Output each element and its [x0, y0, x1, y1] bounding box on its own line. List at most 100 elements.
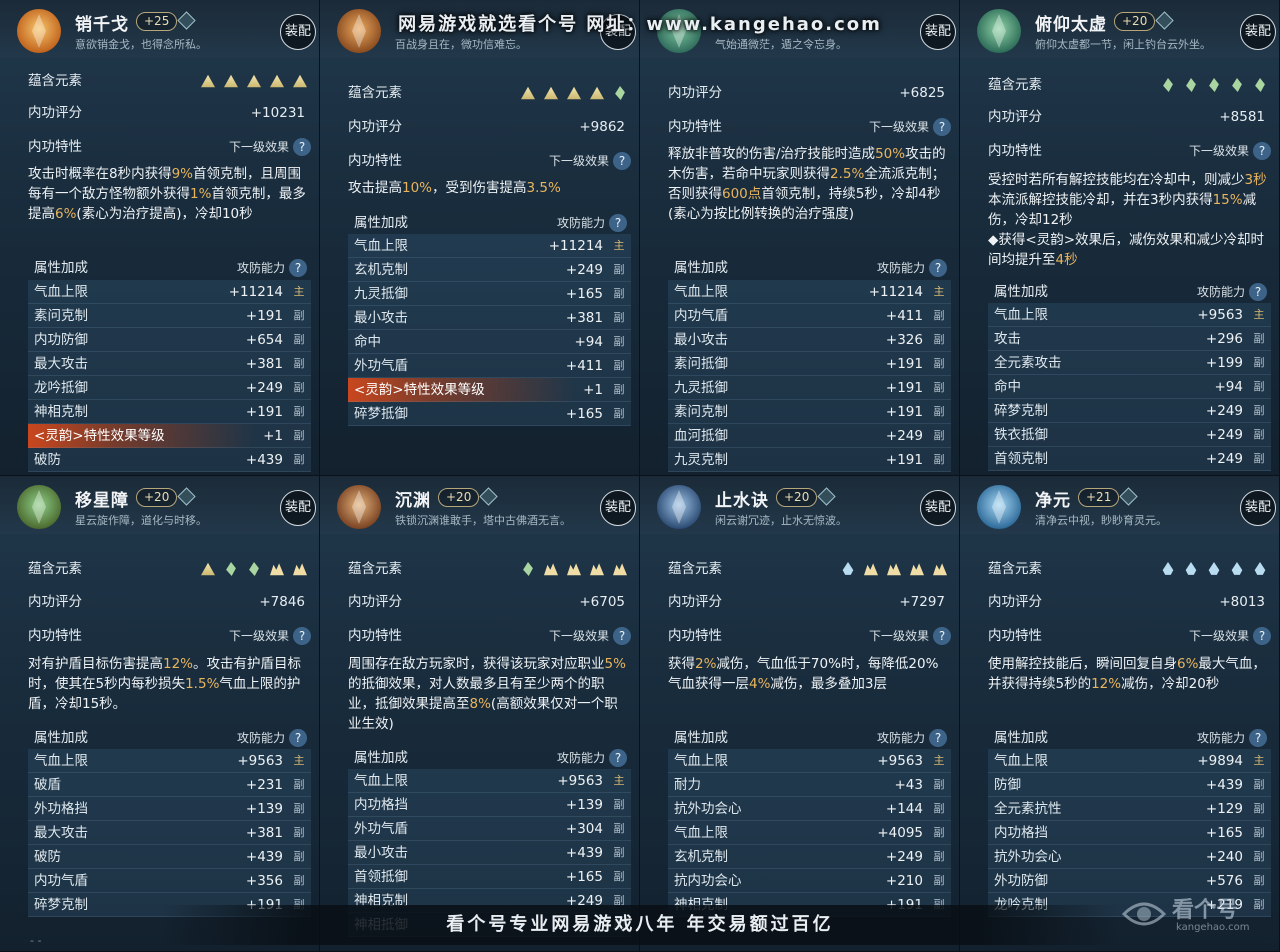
attr-value: +439	[245, 849, 283, 865]
atk-def-label[interactable]: 攻防能力	[1197, 731, 1245, 745]
next-effect-label[interactable]: 下一级效果	[1189, 144, 1249, 158]
next-effect-label[interactable]: 下一级效果	[869, 629, 929, 643]
tri-element-icon	[201, 562, 215, 576]
sub-tag-icon: 副	[613, 287, 625, 300]
next-effect[interactable]: 下一级效果?	[1189, 625, 1271, 647]
help-icon[interactable]: ?	[933, 118, 951, 136]
attr-value: +411	[565, 358, 603, 374]
attr-name: 神相克制	[34, 404, 88, 420]
atk-def-label[interactable]: 攻防能力	[237, 731, 285, 745]
tri-element-icon	[293, 74, 307, 88]
sub-tag-icon: 副	[1253, 850, 1265, 863]
equip-button[interactable]: 装配	[280, 14, 316, 50]
attr-value: +231	[245, 777, 283, 793]
attr-name: 血河抵御	[674, 428, 728, 444]
score-label: 内功评分	[28, 594, 82, 610]
inner-skill-card: 百战身且在，微功信难忘。 装配 蕴含元素 内功评分 +9862 内功特性 下一级效果? 攻击提…	[320, 0, 640, 476]
help-icon[interactable]: ?	[293, 627, 311, 645]
equip-button[interactable]: 装配	[1240, 14, 1276, 50]
trait-row: 内功特性 下一级效果?	[348, 150, 631, 172]
help-icon[interactable]: ?	[1253, 627, 1271, 645]
attr-header: 属性加成 攻防能力?	[28, 726, 311, 750]
help-icon[interactable]: ?	[929, 729, 947, 747]
next-effect-label[interactable]: 下一级效果	[549, 154, 609, 168]
sub-tag-icon: 副	[293, 405, 305, 418]
next-effect[interactable]: 下一级效果?	[229, 625, 311, 647]
atk-def-dropdown[interactable]: 攻防能力?	[1197, 280, 1267, 304]
atk-def-label[interactable]: 攻防能力	[237, 261, 285, 275]
attr-list: 气血上限 +11214 主内功气盾 +411 副最小攻击 +326 副素问抵御 +191 副九灵…	[668, 280, 951, 472]
help-icon[interactable]: ?	[289, 259, 307, 277]
equip-button[interactable]: 装配	[600, 490, 636, 526]
attr-name: 气血上限	[354, 238, 408, 254]
atk-def-dropdown[interactable]: 攻防能力?	[877, 726, 947, 750]
equip-button[interactable]: 装配	[1240, 490, 1276, 526]
help-icon[interactable]: ?	[1253, 142, 1271, 160]
main-tag-icon: 主	[933, 285, 945, 298]
next-effect[interactable]: 下一级效果?	[869, 625, 951, 647]
trait-text: 攻击时概率在8秒内获得	[28, 166, 172, 182]
attr-bonus-label: 属性加成	[354, 215, 408, 231]
atk-def-dropdown[interactable]: 攻防能力?	[557, 746, 627, 770]
main-tag-icon: 主	[1253, 308, 1265, 321]
attr-value: +94	[1214, 379, 1244, 395]
attr-name: 耐力	[674, 777, 701, 793]
help-icon[interactable]: ?	[609, 214, 627, 232]
atk-def-dropdown[interactable]: 攻防能力?	[1197, 726, 1267, 750]
atk-def-dropdown[interactable]: 攻防能力?	[877, 256, 947, 280]
next-effect-label[interactable]: 下一级效果	[869, 120, 929, 134]
attr-name: 玄机克制	[674, 849, 728, 865]
skill-description: 气始通微茫，遁之令忘身。	[715, 38, 847, 51]
help-icon[interactable]: ?	[613, 627, 631, 645]
attr-value: +296	[1205, 331, 1243, 347]
help-icon[interactable]: ?	[609, 749, 627, 767]
help-icon[interactable]: ?	[933, 627, 951, 645]
atk-def-label[interactable]: 攻防能力	[877, 261, 925, 275]
trait-label: 内功特性	[28, 628, 82, 644]
equip-button[interactable]: 装配	[920, 14, 956, 50]
equip-button[interactable]: 装配	[920, 490, 956, 526]
next-effect[interactable]: 下一级效果?	[549, 625, 631, 647]
score-value: +10231	[250, 105, 305, 121]
next-effect[interactable]: 下一级效果?	[1189, 140, 1271, 162]
help-icon[interactable]: ?	[929, 259, 947, 277]
watermark-url: kangehao.com	[1176, 922, 1250, 933]
atk-def-label[interactable]: 攻防能力	[1197, 285, 1245, 299]
atk-def-dropdown[interactable]: 攻防能力?	[557, 211, 627, 235]
trait-text: 获得	[668, 656, 695, 672]
leaf-element-icon	[1209, 78, 1219, 92]
atk-def-label[interactable]: 攻防能力	[877, 731, 925, 745]
attr-name: 外功气盾	[354, 821, 408, 837]
sub-tag-icon: 副	[613, 383, 625, 396]
next-effect-label[interactable]: 下一级效果	[229, 140, 289, 154]
attr-value: +4095	[877, 825, 923, 841]
help-icon[interactable]: ?	[1249, 729, 1267, 747]
sub-tag-icon: 副	[293, 333, 305, 346]
next-effect-label[interactable]: 下一级效果	[1189, 629, 1249, 643]
rank-diamond-icon	[817, 487, 836, 506]
atk-def-label[interactable]: 攻防能力	[557, 751, 605, 765]
sub-tag-icon: 副	[293, 874, 305, 887]
atk-def-dropdown[interactable]: 攻防能力?	[237, 726, 307, 750]
equip-button[interactable]: 装配	[600, 14, 636, 50]
equip-button[interactable]: 装配	[280, 490, 316, 526]
help-icon[interactable]: ?	[1249, 283, 1267, 301]
sub-tag-icon: 副	[1253, 404, 1265, 417]
tri-element-icon	[270, 74, 284, 88]
atk-def-dropdown[interactable]: 攻防能力?	[237, 256, 307, 280]
attr-name: 攻击	[994, 331, 1021, 347]
next-effect-label[interactable]: 下一级效果	[549, 629, 609, 643]
next-effect[interactable]: 下一级效果?	[549, 150, 631, 172]
help-icon[interactable]: ?	[613, 152, 631, 170]
trait-highlight-value: 5%	[604, 656, 626, 672]
trait-description: 周围存在敌方玩家时，获得该玩家对应职业5%的抵御效果，对人数最多且有至少两个的职…	[348, 654, 627, 734]
help-icon[interactable]: ?	[289, 729, 307, 747]
next-effect-label[interactable]: 下一级效果	[229, 629, 289, 643]
attr-name: 抗外功会心	[674, 801, 742, 817]
atk-def-label[interactable]: 攻防能力	[557, 216, 605, 230]
trait-text: 周围存在敌方玩家时，获得该玩家对应职业	[348, 656, 605, 672]
next-effect[interactable]: 下一级效果?	[869, 116, 951, 138]
rank-diamond-icon	[1155, 11, 1174, 30]
next-effect[interactable]: 下一级效果?	[229, 136, 311, 158]
help-icon[interactable]: ?	[293, 138, 311, 156]
